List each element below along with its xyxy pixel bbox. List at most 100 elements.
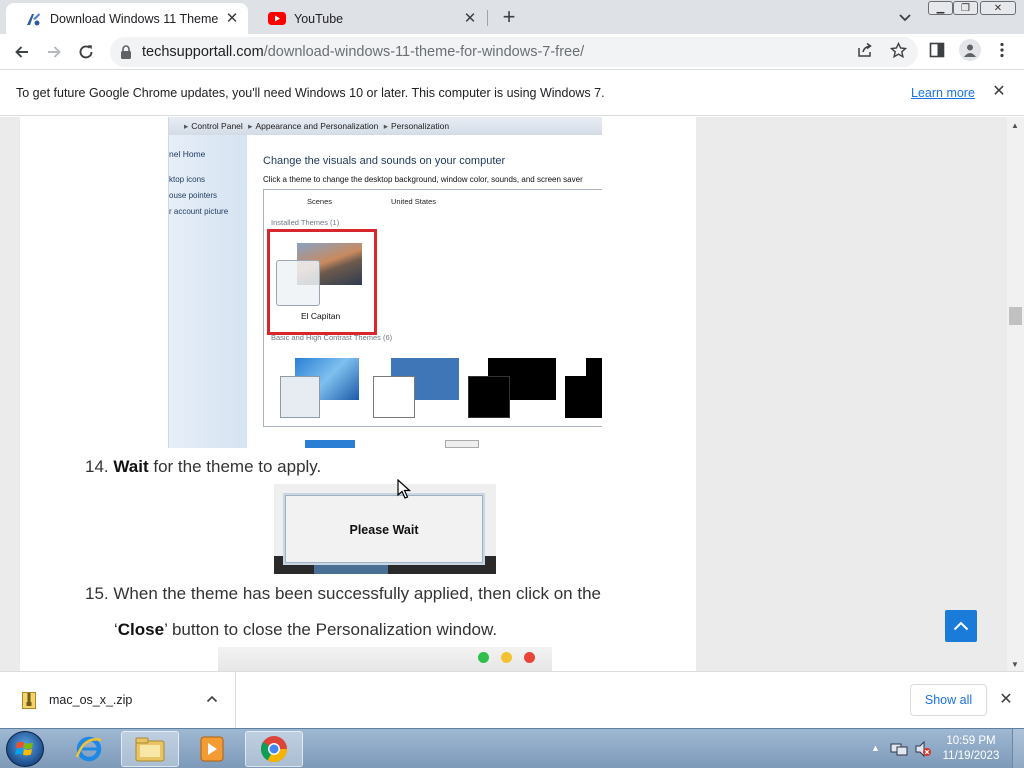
step-number: 15. <box>85 584 109 603</box>
step-text: When the theme has been successfully app… <box>113 584 601 603</box>
taskbar-media-player[interactable] <box>183 731 241 767</box>
scroll-down-arrow-icon[interactable]: ▼ <box>1011 660 1019 669</box>
article-body: ▸ Control Panel ▸ Appearance and Personali… <box>20 117 696 671</box>
installed-themes-label: Installed Themes (1) <box>271 218 340 227</box>
cp-link: ouse pointers <box>169 191 218 200</box>
scrollbar-thumb[interactable] <box>1009 307 1022 325</box>
minimize-window-icon[interactable]: ▁ <box>928 1 953 15</box>
network-icon[interactable] <box>890 741 908 757</box>
tray-expand-icon[interactable]: ▲ <box>871 743 880 753</box>
volume-muted-icon[interactable] <box>914 741 932 757</box>
basic-themes-label: Basic and High Contrast Themes (6) <box>271 333 393 342</box>
infobar-message: To get future Google Chrome updates, you… <box>16 86 605 100</box>
breadcrumb: ▸ Control Panel ▸ Appearance and Personali… <box>169 117 602 135</box>
please-wait-screenshot: Please Wait <box>274 484 496 574</box>
menu-kebab-icon[interactable] <box>993 41 1011 59</box>
windows-logo-icon <box>15 741 33 756</box>
back-to-top-button[interactable] <box>945 610 977 642</box>
tab-title: YouTube <box>294 11 344 26</box>
infobar-close-icon[interactable]: ✕ <box>990 83 1008 101</box>
taskbar-chrome[interactable] <box>245 731 303 767</box>
please-wait-text: Please Wait <box>349 523 419 537</box>
breadcrumb-item: Personalization <box>390 121 450 131</box>
forward-icon[interactable] <box>42 40 66 64</box>
tab-search-chevron-icon[interactable] <box>896 8 914 26</box>
theme-label: United States <box>391 197 437 206</box>
cp-heading: Change the visuals and sounds on your co… <box>263 155 506 167</box>
zip-file-icon <box>22 692 36 709</box>
theme-name: El Capitan <box>301 311 341 321</box>
close-shelf-icon[interactable]: ✕ <box>996 690 1016 710</box>
clock-date: 11/19/2023 <box>942 750 1000 762</box>
media-player-icon <box>200 736 224 762</box>
download-shelf: mac_os_x_.zip Show all ✕ <box>0 671 1024 728</box>
theme-thumbnail <box>445 440 479 448</box>
lock-icon[interactable] <box>118 44 134 60</box>
tab-youtube[interactable]: YouTube ✕ <box>250 3 486 34</box>
cp-link: r account picture <box>169 207 229 216</box>
browser-toolbar: techsupportall.com/download-windows-11-t… <box>0 34 1024 70</box>
internet-explorer-icon <box>75 736 102 762</box>
cp-link: nel Home <box>169 149 206 159</box>
restore-window-icon[interactable]: ❐ <box>953 1 978 15</box>
taskbar-explorer[interactable] <box>121 731 179 767</box>
breadcrumb-item: Control Panel <box>191 121 243 131</box>
url-host: techsupportall.com <box>142 44 264 60</box>
url-path: /download-windows-11-theme-for-windows-7… <box>263 44 585 60</box>
chrome-icon <box>260 736 288 763</box>
mouse-cursor-icon <box>397 479 411 499</box>
show-desktop-button[interactable] <box>1012 729 1024 768</box>
close-window-icon[interactable]: ✕ <box>980 1 1016 15</box>
tab-techsupportall[interactable]: Download Windows 11 Theme For ✕ <box>6 3 248 34</box>
yellow-dot-icon <box>501 652 512 663</box>
step-15-line2: ‘Close’ button to close the Personalizat… <box>114 620 497 640</box>
scroll-up-arrow-icon[interactable]: ▲ <box>1011 121 1019 130</box>
close-tab-icon[interactable]: ✕ <box>460 9 480 29</box>
cp-link: ktop icons <box>169 175 206 184</box>
step-bold-text: Wait <box>113 457 149 476</box>
profile-avatar-icon[interactable] <box>959 39 981 61</box>
theme-thumbnail <box>305 440 355 448</box>
window-controls-screenshot <box>218 647 552 671</box>
step-bold-text: Close <box>117 620 165 639</box>
green-dot-icon <box>478 652 489 663</box>
share-icon[interactable] <box>856 41 874 59</box>
step-text: for the theme to apply. <box>148 457 322 476</box>
step-number: 14. <box>85 457 109 476</box>
red-dot-icon <box>524 652 535 663</box>
step-15-line1: 15. When the theme has been successfully… <box>85 584 601 604</box>
download-item[interactable]: mac_os_x_.zip <box>0 672 236 728</box>
learn-more-link[interactable]: Learn more <box>911 86 975 100</box>
tab-strip: Download Windows 11 Theme For ✕ YouTube … <box>0 0 1024 34</box>
tab-separator <box>487 10 488 26</box>
show-all-button[interactable]: Show all <box>910 684 987 716</box>
chevron-up-icon[interactable] <box>205 692 219 706</box>
page-scrollbar[interactable]: ▲ ▼ <box>1007 117 1024 671</box>
reload-icon[interactable] <box>74 40 98 64</box>
page-viewport: ▸ Control Panel ▸ Appearance and Personali… <box>0 117 1024 671</box>
address-bar[interactable]: techsupportall.com/download-windows-11-t… <box>110 37 918 67</box>
please-wait-dialog: Please Wait <box>283 493 485 565</box>
breadcrumb-item: Appearance and Personalization <box>255 121 379 131</box>
theme-window-thumbnail <box>468 376 510 418</box>
taskbar-ie[interactable] <box>60 731 118 767</box>
side-panel-icon[interactable] <box>928 41 946 59</box>
back-icon[interactable] <box>10 40 34 64</box>
clock-time: 10:59 PM <box>946 735 996 747</box>
taskbar-clock[interactable]: 10:59 PM 11/19/2023 <box>936 734 1006 764</box>
new-tab-icon[interactable]: + <box>498 6 520 28</box>
step-14: 14. Wait for the theme to apply. <box>85 457 321 477</box>
theme-window-thumbnail <box>373 376 415 418</box>
start-button[interactable] <box>6 731 44 767</box>
youtube-icon <box>268 10 286 28</box>
cp-subtext: Click a theme to change the desktop back… <box>263 175 583 184</box>
download-file-name: mac_os_x_.zip <box>49 693 133 707</box>
theme-label: Scenes <box>307 197 333 206</box>
update-infobar: To get future Google Chrome updates, you… <box>0 71 1024 116</box>
theme-window-thumbnail <box>565 376 602 418</box>
close-tab-icon[interactable]: ✕ <box>222 9 242 29</box>
personalization-screenshot: ▸ Control Panel ▸ Appearance and Personali… <box>168 117 602 448</box>
techsupportall-icon <box>24 10 42 28</box>
step-text: ’ button to close the Personalization wi… <box>164 620 498 639</box>
bookmark-star-icon[interactable] <box>889 41 907 59</box>
